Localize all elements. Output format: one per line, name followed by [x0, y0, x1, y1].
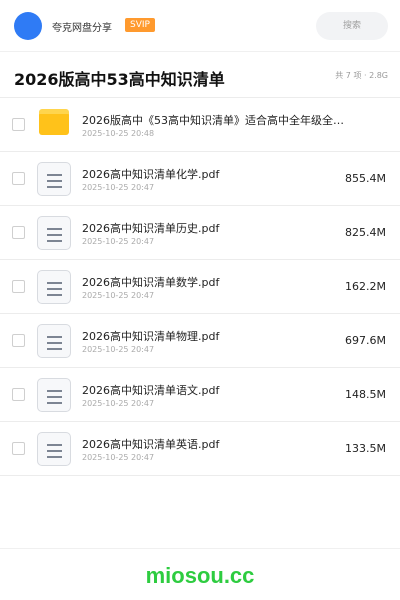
folder-summary: 共 7 项 · 2.8G — [335, 71, 388, 80]
site-watermark: miosou.cc — [145, 563, 255, 588]
share-owner-name: 夸克网盘分享 — [52, 23, 112, 34]
select-checkbox[interactable] — [12, 388, 25, 401]
select-checkbox[interactable] — [12, 172, 25, 185]
select-checkbox[interactable] — [12, 442, 25, 455]
file-size: 855.4M — [345, 172, 386, 185]
select-checkbox[interactable] — [12, 280, 25, 293]
file-date: 2025-10-25 20:48 — [82, 129, 155, 138]
list-item[interactable]: 2026高中知识清单历史.pdf 2025-10-25 20:47 825.4M — [0, 206, 400, 260]
file-name: 2026高中知识清单语文.pdf — [82, 384, 220, 397]
file-size: 133.5M — [345, 442, 386, 455]
folder-icon — [39, 109, 69, 135]
search-input[interactable]: 搜索 — [316, 12, 388, 40]
file-date: 2025-10-25 20:47 — [82, 291, 155, 300]
file-date: 2025-10-25 20:47 — [82, 399, 155, 408]
document-icon — [37, 216, 71, 250]
file-date: 2025-10-25 20:47 — [82, 345, 155, 354]
list-item[interactable]: 2026高中知识清单语文.pdf 2025-10-25 20:47 148.5M — [0, 368, 400, 422]
file-date: 2025-10-25 20:47 — [82, 237, 155, 246]
select-checkbox[interactable] — [12, 118, 25, 131]
document-icon — [37, 270, 71, 304]
list-item[interactable]: 2026高中知识清单化学.pdf 2025-10-25 20:47 855.4M — [0, 152, 400, 206]
avatar[interactable] — [14, 12, 42, 40]
file-size: 148.5M — [345, 388, 386, 401]
file-list: 2026版高中《53高中知识清单》适合高中全年级全… 2025-10-25 20… — [0, 98, 400, 476]
file-name: 2026高中知识清单历史.pdf — [82, 222, 220, 235]
file-date: 2025-10-25 20:47 — [82, 453, 155, 462]
file-size: 825.4M — [345, 226, 386, 239]
file-name: 2026版高中《53高中知识清单》适合高中全年级全… — [82, 114, 344, 127]
top-bar: 夸克网盘分享 SVIP 搜索 — [0, 0, 400, 52]
footer: miosou.cc — [0, 548, 400, 600]
folder-header: 2026版高中53高中知识清单 共 7 项 · 2.8G — [0, 52, 400, 98]
file-size: 162.2M — [345, 280, 386, 293]
document-icon — [37, 162, 71, 196]
page-title: 2026版高中53高中知识清单 — [14, 70, 225, 89]
file-date: 2025-10-25 20:47 — [82, 183, 155, 192]
list-item[interactable]: 2026高中知识清单数学.pdf 2025-10-25 20:47 162.2M — [0, 260, 400, 314]
list-item[interactable]: 2026高中知识清单物理.pdf 2025-10-25 20:47 697.6M — [0, 314, 400, 368]
file-name: 2026高中知识清单数学.pdf — [82, 276, 220, 289]
file-name: 2026高中知识清单物理.pdf — [82, 330, 220, 343]
file-name: 2026高中知识清单化学.pdf — [82, 168, 220, 181]
file-size: 697.6M — [345, 334, 386, 347]
file-name: 2026高中知识清单英语.pdf — [82, 438, 220, 451]
document-icon — [37, 324, 71, 358]
document-icon — [37, 432, 71, 466]
list-item[interactable]: 2026高中知识清单英语.pdf 2025-10-25 20:47 133.5M — [0, 422, 400, 476]
document-icon — [37, 378, 71, 412]
select-checkbox[interactable] — [12, 226, 25, 239]
list-item[interactable]: 2026版高中《53高中知识清单》适合高中全年级全… 2025-10-25 20… — [0, 98, 400, 152]
svip-badge: SVIP — [125, 18, 155, 32]
select-checkbox[interactable] — [12, 334, 25, 347]
